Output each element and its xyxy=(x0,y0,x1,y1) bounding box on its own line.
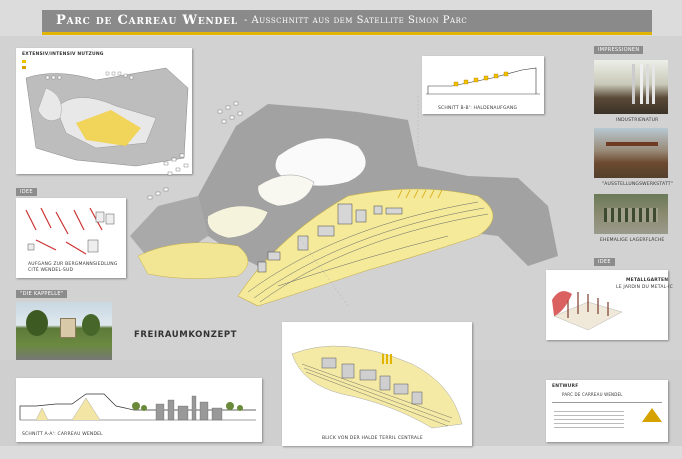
info-card: Entwurf Parc de Carreau Wendel xyxy=(546,380,668,442)
tree-left xyxy=(26,310,48,336)
page-title: Parc de Carreau Wendel xyxy=(56,13,238,28)
photo-industrienatur xyxy=(594,60,668,114)
section-aa-drawing xyxy=(19,393,256,421)
caption-industrienatur: Industrienatur xyxy=(616,118,659,123)
blick-drawing xyxy=(291,345,463,429)
tag-idee: Idee xyxy=(16,188,37,196)
caption-blick: Blick von der Halde Terril Centrale xyxy=(322,436,423,441)
aufgang-sketch xyxy=(25,207,115,255)
storage-grid xyxy=(604,208,658,222)
caption-ehemalige: Ehemalige Lagerfläche xyxy=(600,238,665,243)
metallgarten-sketch xyxy=(552,291,623,331)
tree-right xyxy=(82,314,100,336)
workshop-roof xyxy=(606,142,658,146)
tag-kappelle: "Die Kappelle" xyxy=(16,290,68,298)
info-text-block xyxy=(554,408,624,430)
caption-ausstellung: "Ausstellungswerkstatt" xyxy=(602,182,673,187)
kappelle-photo xyxy=(16,302,112,360)
info-line: Parc de Carreau Wendel xyxy=(562,392,623,397)
metal-title: Metallgarten xyxy=(626,278,669,283)
blick-card: Blick von der Halde Terril Centrale xyxy=(282,322,472,446)
info-rule xyxy=(552,402,662,403)
page-subtitle: - Ausschnitt aus dem Satellite Simon Par… xyxy=(244,15,468,26)
metal-subtitle: le Jardin du Metal-ic xyxy=(616,285,673,290)
photo-lagerflaeche xyxy=(594,194,668,234)
metallgarten-card: Metallgarten le Jardin du Metal-ic xyxy=(546,270,673,340)
poster-sheet: Parc de Carreau Wendel - Ausschnitt aus … xyxy=(0,0,682,459)
freiraum-label: Freiraumkonzept xyxy=(134,330,238,340)
master-plan xyxy=(130,96,558,307)
tree-trunks xyxy=(640,64,643,104)
tag-impressionen: Impressionen xyxy=(594,46,644,54)
section-aa-card: Schnitt A-A': Carreau Wendel xyxy=(16,378,262,442)
info-entwurf: Entwurf xyxy=(552,384,579,389)
tag-idee-right: Idee xyxy=(594,258,615,266)
info-logo xyxy=(642,408,662,422)
caption-aufgang: Aufgang zur Bergmannsiedlung Cité Wendel… xyxy=(28,262,118,273)
caption-schnitt-aa: Schnitt A-A': Carreau Wendel xyxy=(22,432,103,437)
aufgang-card: Aufgang zur Bergmannsiedlung Cité Wendel… xyxy=(16,198,126,278)
photo-ausstellungswerkstatt xyxy=(594,128,668,178)
kappelle-building xyxy=(60,318,76,338)
